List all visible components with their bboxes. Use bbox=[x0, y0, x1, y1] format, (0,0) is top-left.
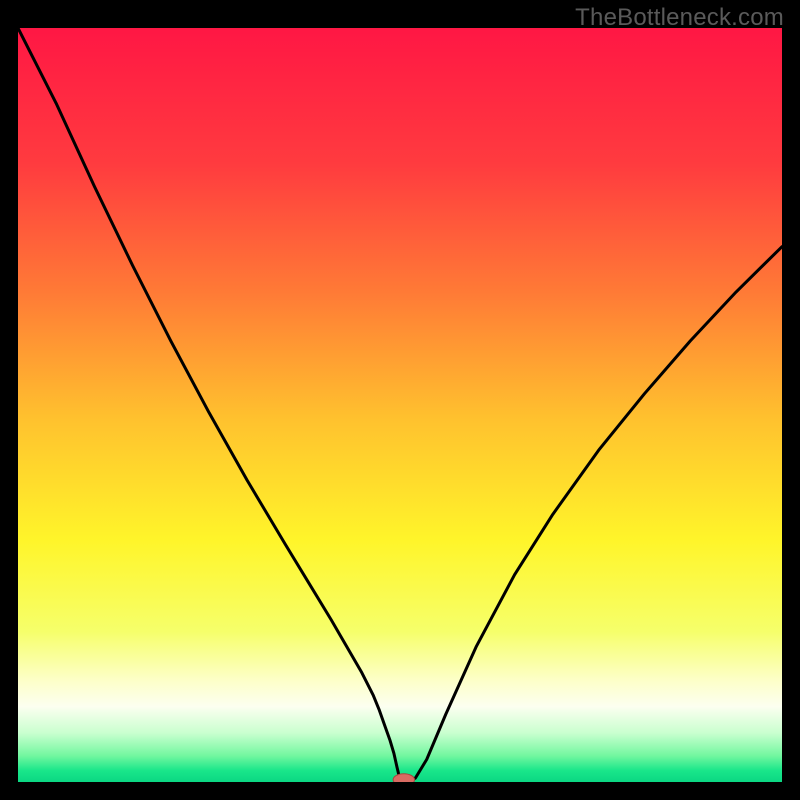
chart-svg bbox=[18, 28, 782, 782]
watermark-label: TheBottleneck.com bbox=[575, 4, 784, 32]
optimal-point-marker bbox=[393, 774, 414, 782]
plot-area bbox=[18, 28, 782, 782]
gradient-background bbox=[18, 28, 782, 782]
chart-frame: TheBottleneck.com bbox=[0, 0, 800, 800]
